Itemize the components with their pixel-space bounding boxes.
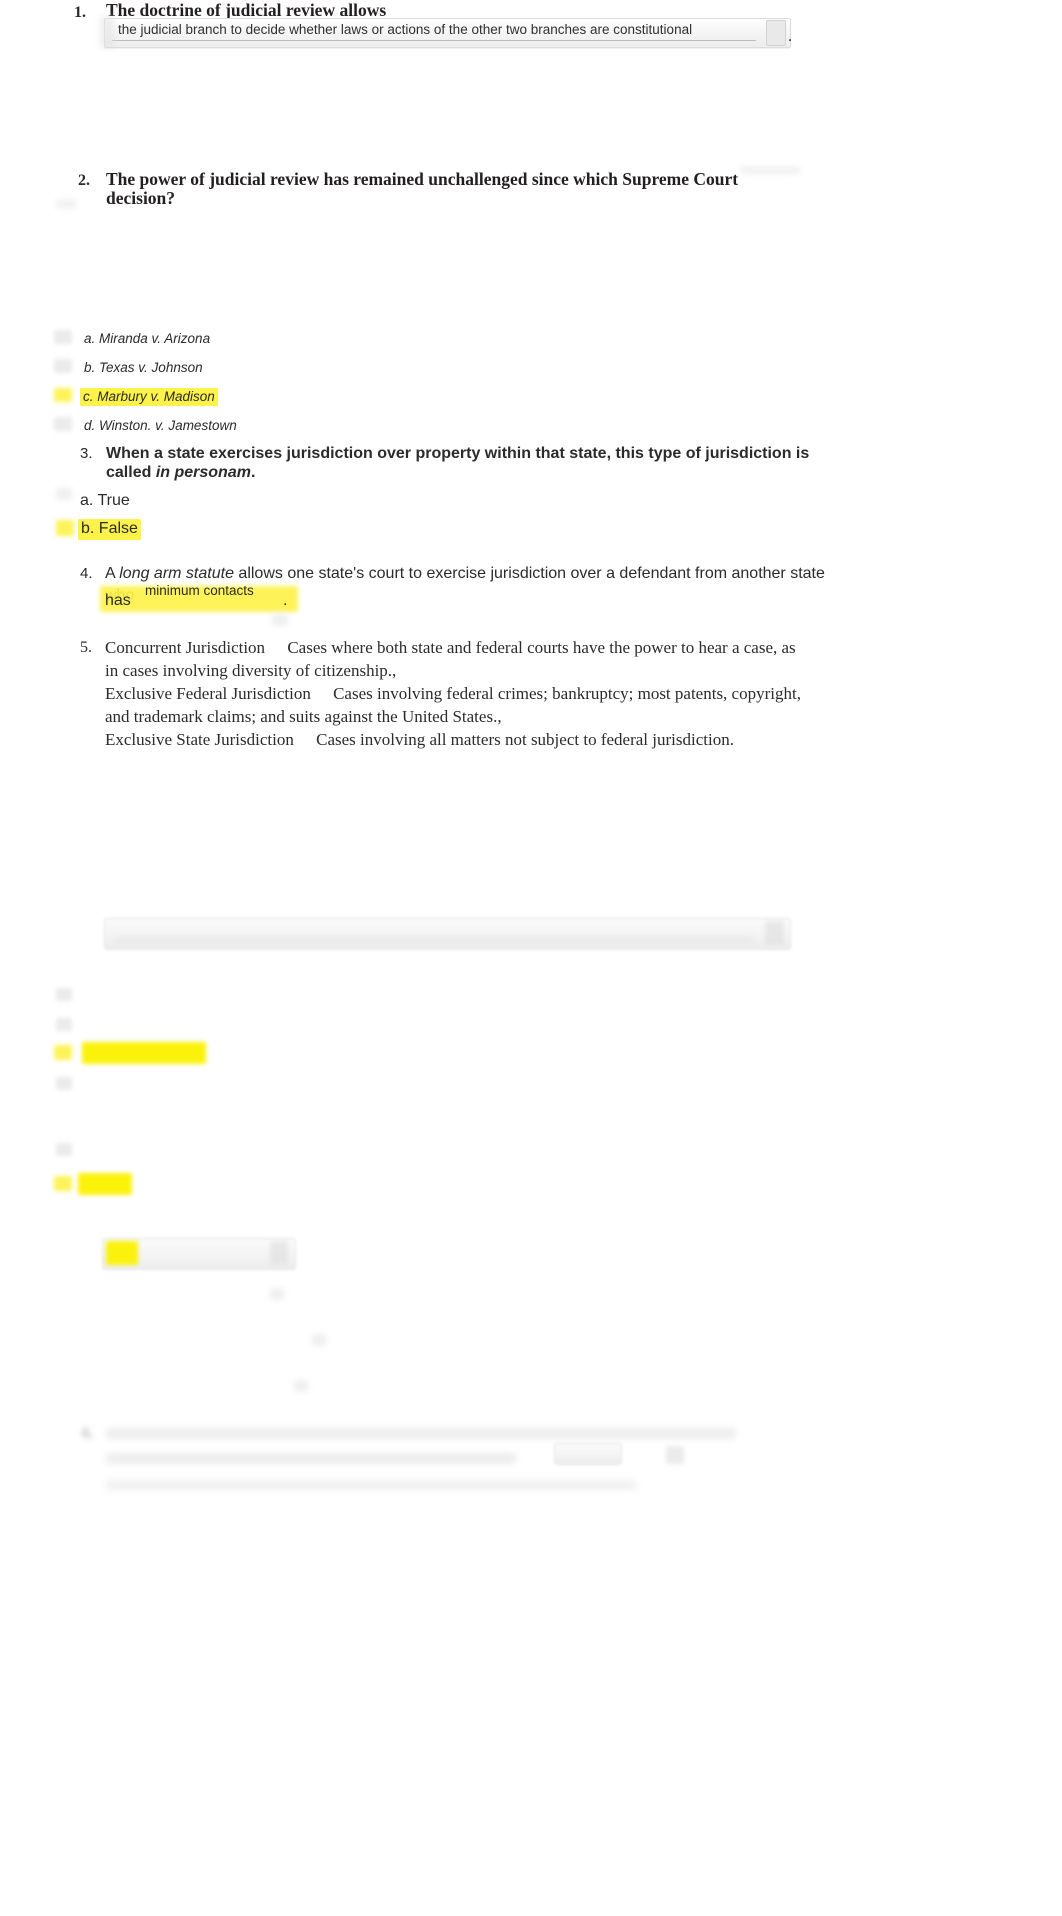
blurred-text-line: [106, 1453, 516, 1464]
question-number-4: 4.: [80, 565, 93, 582]
blurred-fill-highlight: [106, 1241, 138, 1265]
blurred-option-marker-highlighted[interactable]: [54, 1176, 72, 1191]
question-3-option-b-label: b.: [81, 520, 95, 537]
artifact-blur: [56, 488, 72, 500]
blurred-text-line: [106, 1480, 636, 1490]
blurred-inline-button[interactable]: [666, 1446, 684, 1464]
question-4-pre: A: [105, 565, 120, 582]
question-3-prompt-post: .: [250, 464, 256, 481]
question-2-option-a-label: a.: [84, 331, 96, 346]
question-1-answer-underline: [112, 40, 756, 41]
artifact-blur: [270, 1288, 284, 1300]
document-page: 1. The doctrine of judicial review allow…: [0, 0, 1062, 1916]
question-3-prompt-line1: When a state exercises jurisdiction over…: [106, 445, 810, 462]
blurred-option-marker-highlighted[interactable]: [54, 1045, 72, 1060]
question-2-prompt-line2: decision?: [106, 188, 176, 208]
question-3-option-a-label: a.: [80, 492, 94, 509]
artifact-blur: [294, 1380, 308, 1392]
question-3-prompt-italic: in personam: [155, 464, 251, 481]
question-2-option-c-marker[interactable]: [54, 388, 72, 402]
artifact-blur: [312, 1334, 326, 1346]
question-4-line2-post: .: [283, 592, 288, 609]
question-3-option-a-text: True: [97, 492, 130, 509]
question-4-italic: long arm statute: [119, 565, 234, 582]
question-4-line2-pre: has: [105, 592, 131, 609]
blurred-highlighted-answer: [78, 1173, 132, 1195]
question-2-option-d-text: Winston. v. Jamestown: [99, 418, 237, 433]
question-2-option-a-text: Miranda v. Arizona: [99, 331, 211, 346]
blurred-option-marker[interactable]: [56, 1143, 72, 1156]
question-2-option-a[interactable]: a. Miranda v. Arizona: [84, 331, 210, 346]
blurred-highlighted-answer: [82, 1042, 206, 1064]
blurred-option-marker[interactable]: [56, 1077, 72, 1090]
blurred-answer-dropdown-button[interactable]: [765, 921, 784, 945]
question-5-match-1: Concurrent Jurisdiction Cases where both…: [105, 636, 805, 682]
question-number-3: 3.: [80, 445, 93, 462]
question-5-term-2: Exclusive Federal Jurisdiction: [105, 684, 311, 703]
blurred-inline-field[interactable]: [554, 1443, 622, 1465]
question-2-option-d[interactable]: d. Winston. v. Jamestown: [84, 418, 237, 433]
question-2-option-c-text: Marbury v. Madison: [97, 389, 215, 404]
blurred-option-marker[interactable]: [56, 988, 72, 1001]
question-2-option-b[interactable]: b. Texas v. Johnson: [84, 360, 203, 375]
artifact-blur: [56, 200, 76, 208]
question-2-option-d-marker[interactable]: [54, 417, 72, 431]
blurred-answer-field[interactable]: [104, 918, 791, 950]
question-3-option-a[interactable]: a. True: [80, 492, 130, 510]
blurred-fill-dropdown-button[interactable]: [270, 1241, 288, 1264]
question-5-term-1: Concurrent Jurisdiction: [105, 638, 266, 657]
question-2-option-b-label: b.: [84, 360, 96, 375]
blurred-option-marker[interactable]: [56, 1018, 72, 1031]
question-number-1: 1.: [74, 4, 86, 21]
question-1-period: .: [788, 28, 792, 45]
question-2-option-c[interactable]: c. Marbury v. Madison: [80, 388, 218, 406]
question-4-answer-value[interactable]: minimum contacts: [145, 583, 254, 598]
question-2-prompt-line1: The power of judicial review has remaine…: [106, 169, 739, 189]
question-2-option-a-marker[interactable]: [54, 330, 72, 344]
question-1-answer-value: the judicial branch to decide whether la…: [118, 22, 693, 37]
artifact-blur: [100, 16, 114, 48]
question-2-option-c-label: c.: [83, 389, 94, 404]
question-5-term-3: Exclusive State Jurisdiction: [105, 730, 294, 749]
question-2-option-b-marker[interactable]: [54, 359, 72, 373]
artifact-blur: [272, 614, 288, 626]
question-2-option-b-text: Texas v. Johnson: [99, 360, 203, 375]
question-3-prompt-line2: called in personam.: [106, 463, 826, 483]
blurred-answer-underline: [114, 938, 754, 941]
blurred-text-line: [106, 1428, 736, 1439]
question-number-5: 5.: [80, 639, 92, 656]
question-5-definition-3: Cases involving all matters not subject …: [316, 730, 734, 749]
question-1-answer-dropdown-button[interactable]: [766, 20, 786, 46]
question-3-option-b[interactable]: b. False: [78, 519, 141, 540]
question-3-prompt-pre: called: [106, 464, 156, 481]
question-2-option-d-label: d.: [84, 418, 96, 433]
question-3-option-b-text: False: [98, 520, 138, 537]
question-3-option-b-marker[interactable]: [56, 520, 74, 536]
question-number-2: 2.: [78, 172, 90, 189]
question-5-match-3: Exclusive State Jurisdiction Cases invol…: [105, 728, 825, 751]
question-5-match-2: Exclusive Federal Jurisdiction Cases inv…: [105, 682, 825, 728]
blurred-question-number: 6.: [82, 1425, 94, 1442]
